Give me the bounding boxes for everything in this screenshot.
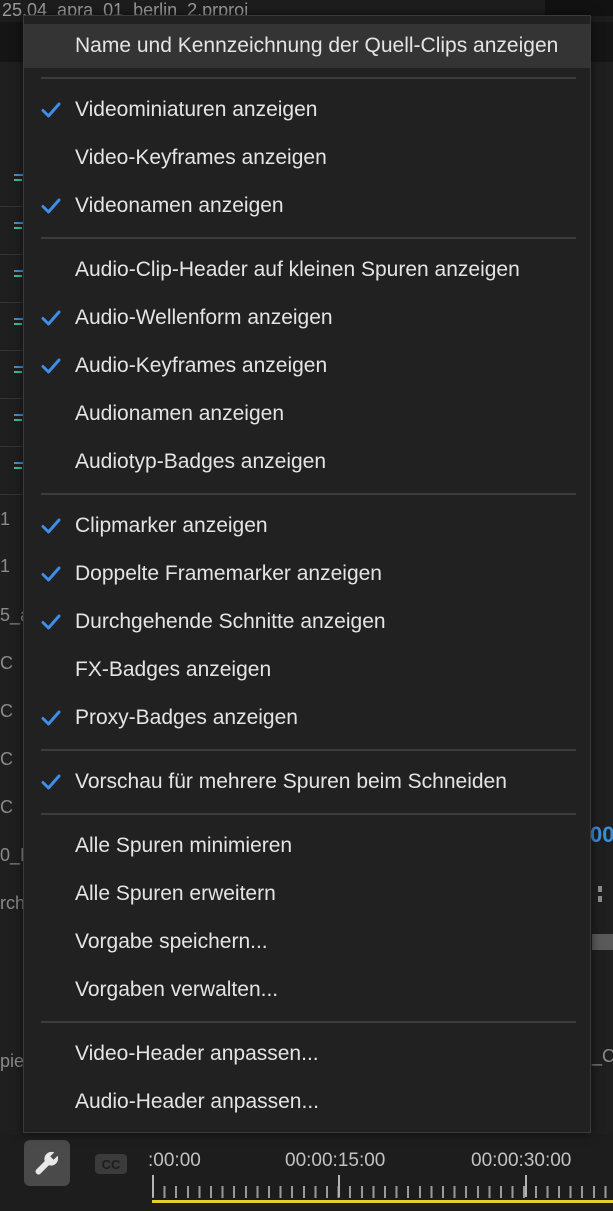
timecode-fragment: 00 — [590, 822, 613, 847]
menu-item-label: Audiotyp-Badges anzeigen — [75, 450, 327, 473]
scrollbar-fragment[interactable] — [592, 934, 613, 950]
ruler-major-tick — [338, 1175, 340, 1197]
menu-item-video-header-anpassen[interactable]: Video-Header anpassen... — [24, 1032, 590, 1076]
menu-item-label: Audio-Clip-Header auf kleinen Spuren anz… — [75, 258, 520, 281]
menu-item-video-keyframes-anzeigen[interactable]: Video-Keyframes anzeigen — [24, 136, 590, 180]
menu-item-audio-wellenform-anzeigen[interactable]: Audio-Wellenform anzeigen — [24, 296, 590, 340]
menu-item-label: Audio-Header anpassen... — [75, 1090, 319, 1113]
wrench-icon — [35, 1151, 59, 1175]
time-ruler[interactable] — [152, 1180, 613, 1202]
captions-button[interactable]: CC — [95, 1154, 127, 1174]
menu-item-durchgehende-schnitte-anzeigen[interactable]: Durchgehende Schnitte anzeigen — [24, 600, 590, 644]
menu-item-label: Audio-Wellenform anzeigen — [75, 306, 333, 329]
menu-item-name-und-kennzeichnung-der-quell-clips-anzeigen[interactable]: Name und Kennzeichnung der Quell-Clips a… — [24, 24, 590, 68]
menu-item-audiotyp-badges-anzeigen[interactable]: Audiotyp-Badges anzeigen — [24, 440, 590, 484]
menu-item-alle-spuren-erweitern[interactable]: Alle Spuren erweitern — [24, 872, 590, 916]
menu-separator — [41, 1021, 576, 1023]
menu-item-label: FX-Badges anzeigen — [75, 658, 272, 681]
checkmark-icon — [41, 198, 61, 214]
menu-item-label: Alle Spuren minimieren — [75, 834, 293, 857]
menu-item-label: Name und Kennzeichnung der Quell-Clips a… — [75, 34, 559, 57]
menu-item-label: Vorschau für mehrere Spuren beim Schneid… — [75, 770, 507, 793]
menu-separator — [41, 493, 576, 495]
menu-item-audio-clip-header-auf-kleinen-spuren-anzeigen[interactable]: Audio-Clip-Header auf kleinen Spuren anz… — [24, 248, 590, 292]
checkmark-icon — [41, 614, 61, 630]
menu-separator — [41, 77, 576, 79]
menu-item-label: Video-Header anpassen... — [75, 1042, 319, 1065]
menu-item-audionamen-anzeigen[interactable]: Audionamen anzeigen — [24, 392, 590, 436]
top-right-panel-edge — [545, 0, 613, 16]
menu-item-videonamen-anzeigen[interactable]: Videonamen anzeigen — [24, 184, 590, 228]
menu-item-label: Audio-Keyframes anzeigen — [75, 354, 328, 377]
ruler-timecode: 00:00:15:00 — [285, 1150, 386, 1171]
menu-item-label: Proxy-Badges anzeigen — [75, 706, 298, 729]
checkmark-icon — [41, 566, 61, 582]
menu-item-vorgaben-verwalten[interactable]: Vorgaben verwalten... — [24, 968, 590, 1012]
checkmark-icon — [41, 774, 61, 790]
ruler-major-tick — [152, 1175, 154, 1197]
menu-item-label: Video-Keyframes anzeigen — [75, 146, 327, 169]
panel-label-right: _C — [592, 1046, 613, 1066]
timeline-display-settings-button[interactable] — [24, 1140, 70, 1186]
timeline-display-settings-menu: Name und Kennzeichnung der Quell-Clips a… — [23, 15, 591, 1133]
menu-item-label: Videominiaturen anzeigen — [75, 98, 318, 121]
checkmark-icon — [41, 310, 61, 326]
menu-item-fx-badges-anzeigen[interactable]: FX-Badges anzeigen — [24, 648, 590, 692]
work-area-bar[interactable] — [152, 1200, 613, 1203]
menu-item-label: Vorgaben verwalten... — [75, 978, 279, 1001]
menu-item-label: Clipmarker anzeigen — [75, 514, 268, 537]
ruler-fragment — [598, 886, 602, 904]
menu-item-label: Doppelte Framemarker anzeigen — [75, 562, 382, 585]
checkmark-icon — [41, 518, 61, 534]
menu-separator — [41, 749, 576, 751]
menu-item-audio-keyframes-anzeigen[interactable]: Audio-Keyframes anzeigen — [24, 344, 590, 388]
menu-item-clipmarker-anzeigen[interactable]: Clipmarker anzeigen — [24, 504, 590, 548]
menu-item-label: Alle Spuren erweitern — [75, 882, 276, 905]
menu-item-doppelte-framemarker-anzeigen[interactable]: Doppelte Framemarker anzeigen — [24, 552, 590, 596]
menu-item-label: Vorgabe speichern... — [75, 930, 268, 953]
ruler-timecode: 00:00:30:00 — [471, 1150, 572, 1171]
ruler-major-tick — [525, 1175, 527, 1197]
menu-item-proxy-badges-anzeigen[interactable]: Proxy-Badges anzeigen — [24, 696, 590, 740]
menu-item-label: Videonamen anzeigen — [75, 194, 284, 217]
menu-item-alle-spuren-minimieren[interactable]: Alle Spuren minimieren — [24, 824, 590, 868]
menu-item-label: Durchgehende Schnitte anzeigen — [75, 610, 386, 633]
menu-item-label: Audionamen anzeigen — [75, 402, 284, 425]
ruler-timecode: :00:00 — [148, 1150, 201, 1171]
checkmark-icon — [41, 358, 61, 374]
checkmark-icon — [41, 102, 61, 118]
menu-separator — [41, 813, 576, 815]
menu-separator — [41, 237, 576, 239]
menu-item-vorgabe-speichern[interactable]: Vorgabe speichern... — [24, 920, 590, 964]
menu-item-vorschau-fuer-mehrere-spuren-beim-schneiden[interactable]: Vorschau für mehrere Spuren beim Schneid… — [24, 760, 590, 804]
menu-item-audio-header-anpassen[interactable]: Audio-Header anpassen... — [24, 1080, 590, 1124]
menu-item-videominiaturen-anzeigen[interactable]: Videominiaturen anzeigen — [24, 88, 590, 132]
premiere-timeline-window: 25.04_apra_01_berlin_2.prproj 1 1 5_a C … — [0, 0, 613, 1211]
checkmark-icon — [41, 710, 61, 726]
